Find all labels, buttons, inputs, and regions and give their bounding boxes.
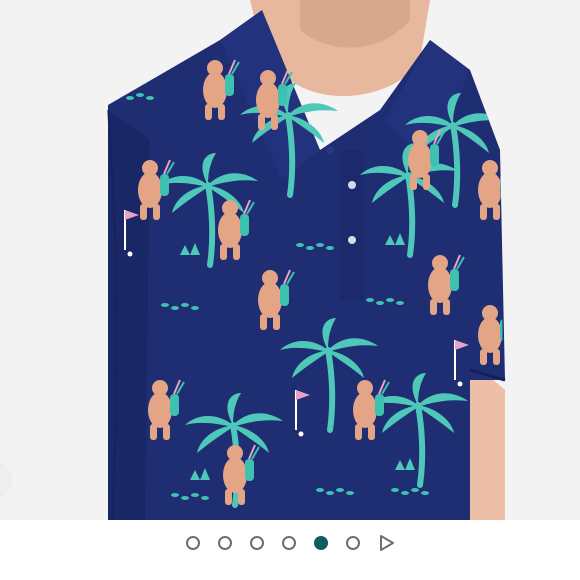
carousel-dot-2[interactable] [218,536,232,550]
carousel-dots [186,532,396,554]
carousel-dot-3[interactable] [250,536,264,550]
product-image-viewer[interactable] [0,0,580,520]
carousel-dot-6[interactable] [346,536,360,550]
play-triangle-icon [380,535,394,551]
carousel-dot-1[interactable] [186,536,200,550]
product-photo [0,0,580,520]
carousel-dot-4[interactable] [282,536,296,550]
carousel-next-button[interactable] [378,534,396,552]
carousel-dot-5[interactable] [314,536,328,550]
